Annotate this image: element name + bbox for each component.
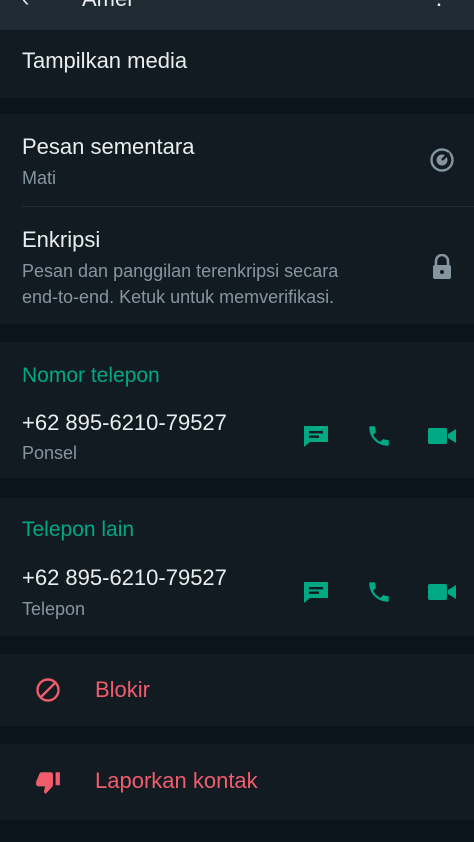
overflow-menu-icon[interactable]: ⋮ (428, 0, 450, 10)
phone-icon[interactable] (363, 576, 395, 608)
contact-name: Amer (82, 0, 135, 12)
thumbs-down-icon (34, 768, 62, 796)
phone-type: Ponsel (22, 443, 78, 463)
section-header-other-phone: Telepon lain (22, 518, 135, 541)
disappearing-messages-row[interactable]: Pesan sementara Mati (0, 114, 474, 206)
message-icon[interactable] (300, 420, 332, 452)
phone-number[interactable]: +62 895-6210-79527 (22, 565, 227, 591)
media-row[interactable]: Tampilkan media (0, 30, 474, 98)
media-label: Tampilkan media (22, 48, 188, 73)
encryption-title: Enkripsi (22, 227, 101, 252)
encryption-row[interactable]: Enkripsi Pesan dan panggilan terenkripsi… (0, 207, 474, 324)
phone-icon[interactable] (363, 420, 395, 452)
block-button[interactable]: Blokir (0, 654, 474, 726)
message-icon[interactable] (300, 576, 332, 608)
report-label: Laporkan kontak (95, 768, 258, 793)
video-icon[interactable] (426, 576, 458, 608)
phone-type: Telepon (22, 599, 86, 619)
back-arrow-icon[interactable]: ‹ (22, 0, 29, 12)
video-icon[interactable] (426, 420, 458, 452)
phone-number-card: Nomor telepon +62 895-6210-79527 Ponsel (0, 342, 474, 478)
timer-icon (428, 146, 456, 174)
report-contact-button[interactable]: Laporkan kontak (0, 744, 474, 820)
disappearing-value: Mati (22, 168, 57, 188)
section-header-phone: Nomor telepon (22, 364, 160, 387)
app-bar: ‹ Amer ⋮ (0, 0, 474, 30)
encryption-desc-line1: Pesan dan panggilan terenkripsi secara (22, 261, 339, 281)
privacy-card: Pesan sementara Mati Enkripsi Pesan dan … (0, 114, 474, 324)
encryption-desc-line2: end-to-end. Ketuk untuk memverifikasi. (22, 287, 335, 307)
phone-number[interactable]: +62 895-6210-79527 (22, 410, 227, 436)
lock-icon (430, 253, 454, 281)
other-phone-card: Telepon lain +62 895-6210-79527 Telepon (0, 498, 474, 636)
block-label: Blokir (95, 677, 151, 702)
disappearing-title: Pesan sementara (22, 134, 195, 159)
block-icon (34, 676, 62, 704)
